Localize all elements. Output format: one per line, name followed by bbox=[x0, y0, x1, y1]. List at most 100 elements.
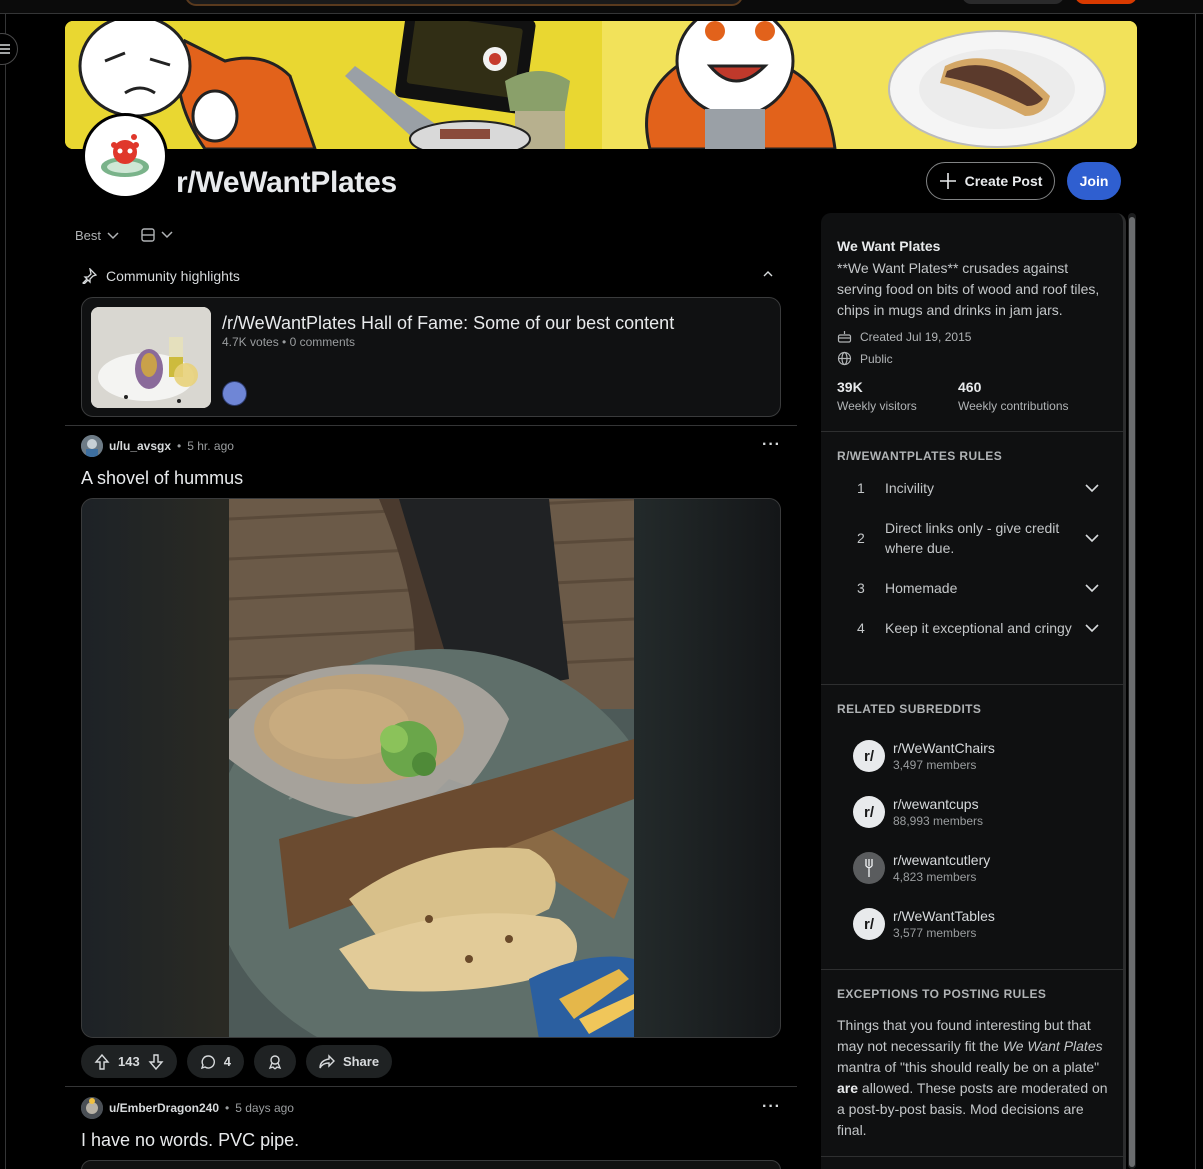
hamburger-icon bbox=[0, 44, 10, 54]
sidebar-divider bbox=[821, 1156, 1126, 1157]
rule-number: 1 bbox=[857, 480, 865, 496]
top-nav-button[interactable] bbox=[962, 0, 1064, 4]
related-subreddit-item[interactable]: r/ r/wewantcups 88,993 members bbox=[853, 796, 983, 828]
related-subreddit-item[interactable]: r/ r/WeWantChairs 3,497 members bbox=[853, 740, 995, 772]
top-nav-primary-button[interactable] bbox=[1075, 0, 1137, 4]
weekly-visitors-count: 39K bbox=[837, 379, 863, 395]
globe-icon bbox=[837, 351, 852, 366]
chevron-down-icon[interactable] bbox=[1085, 533, 1099, 543]
rule-text: Direct links only - give credit where du… bbox=[885, 520, 1060, 556]
related-subreddit-name: r/wewantcups bbox=[893, 796, 979, 812]
related-subreddit-members: 3,577 members bbox=[893, 926, 977, 940]
highlight-card[interactable]: /r/WeWantPlates Hall of Fame: Some of ou… bbox=[81, 297, 781, 417]
comment-icon bbox=[200, 1054, 215, 1069]
view-dropdown[interactable] bbox=[141, 228, 173, 242]
highlight-author-avatar[interactable] bbox=[222, 381, 247, 406]
subreddit-icon: r/ bbox=[853, 908, 885, 940]
page-scrollbar-track[interactable] bbox=[1195, 14, 1203, 1169]
rule-number: 4 bbox=[857, 620, 865, 636]
exceptions-heading: EXCEPTIONS TO POSTING RULES bbox=[837, 987, 1047, 1001]
post-author[interactable]: u/EmberDragon240 bbox=[109, 1101, 219, 1115]
post-meta: u/EmberDragon240 • 5 days ago bbox=[81, 1097, 294, 1119]
sidebar-scrollbar[interactable] bbox=[1128, 213, 1136, 1169]
highlight-comments: 0 comments bbox=[289, 335, 355, 349]
post-image[interactable] bbox=[81, 1160, 781, 1169]
post-meta: u/lu_avsgx • 5 hr. ago bbox=[81, 435, 234, 457]
post-options-button[interactable]: ··· bbox=[762, 436, 781, 454]
card-view-icon bbox=[141, 228, 155, 242]
sort-dropdown[interactable]: Best bbox=[75, 228, 119, 243]
related-subreddit-name: r/wewantcutlery bbox=[893, 852, 991, 868]
chevron-down-icon[interactable] bbox=[1085, 483, 1099, 493]
rule-text: Homemade bbox=[885, 580, 958, 596]
user-avatar[interactable] bbox=[81, 435, 103, 457]
rule-item[interactable]: 4 Keep it exceptional and cringy bbox=[853, 618, 1108, 638]
feed-divider bbox=[65, 1086, 797, 1087]
community-highlights-label: Community highlights bbox=[106, 268, 240, 284]
rule-item[interactable]: 2 Direct links only - give credit where … bbox=[853, 518, 1108, 558]
chevron-down-icon bbox=[107, 231, 119, 239]
visibility-label: Public bbox=[860, 351, 893, 366]
related-subreddit-name: r/WeWantChairs bbox=[893, 740, 995, 756]
comments-button[interactable]: 4 bbox=[186, 1045, 244, 1078]
post-title[interactable]: I have no words. PVC pipe. bbox=[81, 1130, 299, 1151]
post-title[interactable]: A shovel of hummus bbox=[81, 468, 243, 489]
cutlery-icon bbox=[853, 852, 885, 884]
cake-icon bbox=[837, 331, 852, 343]
chevron-up-icon[interactable] bbox=[763, 270, 773, 278]
snoo-plate-icon bbox=[101, 134, 149, 177]
rule-text: Incivility bbox=[885, 480, 935, 496]
downvote-icon[interactable] bbox=[148, 1053, 164, 1070]
highlight-meta: 4.7K votes • 0 comments bbox=[222, 335, 355, 349]
chevron-down-icon[interactable] bbox=[1085, 583, 1099, 593]
post-image[interactable] bbox=[81, 498, 781, 1038]
share-label: Share bbox=[342, 1054, 380, 1069]
rules-heading: R/WEWANTPLATES RULES bbox=[837, 449, 1003, 463]
community-avatar bbox=[82, 113, 168, 199]
sidebar-community-title: We Want Plates bbox=[837, 238, 941, 254]
rule-item[interactable]: 3 Homemade bbox=[853, 578, 1108, 598]
community-name: r/WeWantPlates bbox=[176, 166, 397, 199]
share-button[interactable]: Share bbox=[305, 1045, 393, 1078]
user-avatar[interactable] bbox=[81, 1097, 103, 1119]
related-subreddit-members: 4,823 members bbox=[893, 870, 977, 884]
search-bar[interactable] bbox=[185, 0, 743, 6]
rule-text: Keep it exceptional and cringy bbox=[885, 620, 1072, 636]
join-button[interactable]: Join bbox=[1067, 162, 1121, 200]
menu-toggle-button[interactable] bbox=[0, 33, 18, 65]
highlight-thumbnail bbox=[91, 307, 211, 408]
feed-divider bbox=[65, 425, 797, 426]
upvote-icon[interactable] bbox=[94, 1053, 110, 1070]
visibility: Public bbox=[837, 351, 893, 366]
community-banner bbox=[65, 21, 1137, 149]
weekly-visitors-label: Weekly visitors bbox=[837, 399, 917, 413]
related-subreddit-name: r/WeWantTables bbox=[893, 908, 995, 924]
create-post-button[interactable]: Create Post bbox=[926, 162, 1055, 200]
post-options-button[interactable]: ··· bbox=[762, 1098, 781, 1116]
share-icon bbox=[319, 1053, 335, 1068]
highlight-title[interactable]: /r/WeWantPlates Hall of Fame: Some of ou… bbox=[222, 313, 674, 334]
post-author[interactable]: u/lu_avsgx bbox=[109, 439, 171, 453]
community-highlights-header[interactable]: Community highlights bbox=[81, 268, 781, 284]
create-post-label: Create Post bbox=[964, 173, 1043, 189]
related-subreddit-item[interactable]: r/wewantcutlery 4,823 members bbox=[853, 852, 990, 884]
rule-number: 2 bbox=[857, 530, 865, 546]
comment-count: 4 bbox=[223, 1054, 231, 1069]
created-label: Created Jul 19, 2015 bbox=[860, 329, 972, 344]
chevron-down-icon bbox=[161, 231, 173, 239]
sidebar-divider bbox=[821, 684, 1126, 685]
highlight-votes: 4.7K votes bbox=[222, 335, 279, 349]
sidebar-description: **We Want Plates** crusades against serv… bbox=[837, 260, 1100, 318]
post-time: 5 days ago bbox=[235, 1101, 294, 1115]
chevron-down-icon[interactable] bbox=[1085, 623, 1099, 633]
sidebar-divider bbox=[821, 431, 1126, 432]
exceptions-text: Things that you found interesting but th… bbox=[837, 1017, 1108, 1138]
plus-icon bbox=[939, 173, 956, 189]
rule-item[interactable]: 1 Incivility bbox=[853, 478, 1108, 498]
post-time: 5 hr. ago bbox=[187, 439, 234, 453]
award-icon bbox=[268, 1054, 282, 1069]
rule-number: 3 bbox=[857, 580, 865, 596]
related-subreddit-item[interactable]: r/ r/WeWantTables 3,577 members bbox=[853, 908, 995, 940]
vote-score: 143 bbox=[118, 1054, 140, 1069]
award-button[interactable] bbox=[253, 1045, 296, 1078]
